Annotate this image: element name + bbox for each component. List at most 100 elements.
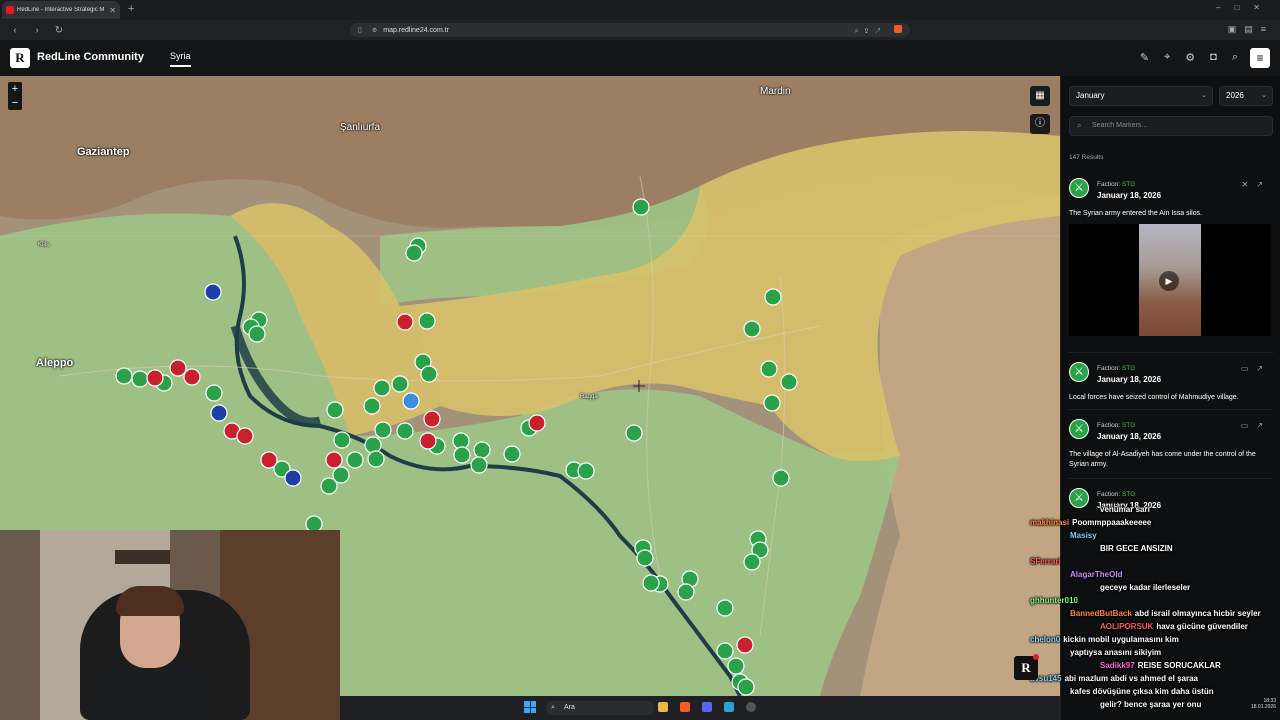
forward-button[interactable]: › xyxy=(30,25,44,36)
map-marker[interactable] xyxy=(210,404,228,422)
site-info-icon[interactable]: ⚙ xyxy=(372,27,377,34)
map-marker[interactable] xyxy=(363,397,381,415)
discord-icon[interactable] xyxy=(702,702,712,712)
windows-start-icon[interactable] xyxy=(524,701,536,713)
map-marker[interactable] xyxy=(205,384,223,402)
map-marker[interactable] xyxy=(402,392,420,410)
marker-search-input[interactable]: ⌕ Search Markers... xyxy=(1069,116,1273,136)
chat-username[interactable]: ghhunter010 xyxy=(1030,596,1078,605)
chat-username[interactable]: AlagarTheOld xyxy=(1070,570,1122,579)
map-marker[interactable] xyxy=(743,553,761,571)
zoom-out-button[interactable]: − xyxy=(8,96,22,110)
location-pin-icon[interactable]: ⌖ xyxy=(1164,51,1170,64)
map-marker[interactable] xyxy=(423,410,441,428)
close-tab-icon[interactable]: ✕ xyxy=(109,6,116,15)
map-marker[interactable] xyxy=(636,549,654,567)
map-marker[interactable] xyxy=(405,244,423,262)
tab-syria[interactable]: Syria xyxy=(170,51,191,67)
map-marker[interactable] xyxy=(677,583,695,601)
map-marker[interactable] xyxy=(131,370,149,388)
chat-username[interactable]: AOLIPORSUK xyxy=(1100,622,1153,631)
map-marker[interactable] xyxy=(577,462,595,480)
address-bar[interactable]: ▯ ⚙ map.redline24.com.tr ⌕⇪↗ xyxy=(350,23,910,37)
map-marker[interactable] xyxy=(364,436,382,454)
map-marker[interactable] xyxy=(763,394,781,412)
map-marker[interactable] xyxy=(772,469,790,487)
map-marker[interactable] xyxy=(367,450,385,468)
chat-username[interactable]: SFerrari xyxy=(1030,557,1061,566)
extensions-icons[interactable]: ▣▤≡ xyxy=(1228,24,1274,35)
map-marker[interactable] xyxy=(528,414,546,432)
map-marker[interactable] xyxy=(115,367,133,385)
map-marker[interactable] xyxy=(625,424,643,442)
map-marker[interactable] xyxy=(420,365,438,383)
omnibox-actions[interactable]: ⌕⇪↗ xyxy=(855,24,902,36)
map-marker[interactable] xyxy=(418,312,436,330)
telegram-icon[interactable] xyxy=(724,702,734,712)
map-marker[interactable] xyxy=(737,678,755,696)
chat-username[interactable]: BannedButBack xyxy=(1070,609,1132,618)
map-marker[interactable] xyxy=(326,401,344,419)
back-button[interactable]: ‹ xyxy=(8,25,22,36)
event-video[interactable]: ▶ xyxy=(1069,224,1271,336)
chat-username[interactable]: makhinasi xyxy=(1030,518,1069,527)
year-select[interactable]: 2026 ⌄ xyxy=(1219,86,1273,106)
map-marker[interactable] xyxy=(333,431,351,449)
map-marker[interactable] xyxy=(325,451,343,469)
layers-button[interactable]: ▦ xyxy=(1030,86,1050,106)
file-explorer-icon[interactable] xyxy=(658,702,668,712)
card-actions[interactable]: ▭↗ xyxy=(1241,421,1271,430)
map-marker[interactable] xyxy=(169,359,187,377)
camera-icon[interactable]: ◘ xyxy=(1210,51,1217,64)
map-marker[interactable] xyxy=(284,469,302,487)
bookmark-icon[interactable]: ▯ xyxy=(358,26,362,34)
map-marker[interactable] xyxy=(396,313,414,331)
map-marker[interactable] xyxy=(760,360,778,378)
map-marker[interactable] xyxy=(236,427,254,445)
map-marker[interactable] xyxy=(419,432,437,450)
map-marker[interactable] xyxy=(743,320,761,338)
hamburger-menu-button[interactable]: ≡ xyxy=(1250,48,1270,68)
map-marker[interactable] xyxy=(716,599,734,617)
map-marker[interactable] xyxy=(183,368,201,386)
brave-browser-icon[interactable] xyxy=(680,702,690,712)
play-icon[interactable]: ▶ xyxy=(1159,271,1179,291)
map-marker[interactable] xyxy=(503,445,521,463)
map-marker[interactable] xyxy=(320,477,338,495)
map-marker[interactable] xyxy=(780,373,798,391)
new-tab-button[interactable]: + xyxy=(128,3,134,15)
map-marker[interactable] xyxy=(373,379,391,397)
card-actions[interactable]: ✕↗ xyxy=(1242,180,1271,189)
map-marker[interactable] xyxy=(374,421,392,439)
map-marker[interactable] xyxy=(632,198,650,216)
chat-username[interactable]: chelon0 xyxy=(1030,635,1060,644)
app-title[interactable]: RedLine Community xyxy=(37,51,144,63)
window-controls[interactable]: –□✕ xyxy=(1216,3,1274,12)
map-marker[interactable] xyxy=(727,657,745,675)
map-marker[interactable] xyxy=(453,446,471,464)
zoom-in-button[interactable]: + xyxy=(8,82,22,96)
map-marker[interactable] xyxy=(642,574,660,592)
map-marker[interactable] xyxy=(391,375,409,393)
map-marker[interactable] xyxy=(146,369,164,387)
map-marker[interactable] xyxy=(396,422,414,440)
info-button[interactable]: ⓘ xyxy=(1030,114,1050,134)
chat-username[interactable]: Sadikk97 xyxy=(1100,661,1135,670)
month-select[interactable]: January ⌄ xyxy=(1069,86,1213,106)
map-marker[interactable] xyxy=(260,451,278,469)
redline-logo[interactable]: R xyxy=(10,48,30,68)
map-marker[interactable] xyxy=(248,325,266,343)
redline-floating-logo[interactable]: R xyxy=(1014,654,1039,680)
map-marker[interactable] xyxy=(346,451,364,469)
map-marker[interactable] xyxy=(470,456,488,474)
browser-tab[interactable]: RedLine - Interactive Strategic M ✕ xyxy=(2,1,120,19)
map-marker[interactable] xyxy=(764,288,782,306)
draw-icon[interactable]: ✎ xyxy=(1140,51,1149,64)
brave-shield-icon[interactable] xyxy=(894,24,902,33)
map-marker[interactable] xyxy=(473,441,491,459)
obs-icon[interactable] xyxy=(746,702,756,712)
gear-icon[interactable]: ⚙ xyxy=(1185,51,1195,64)
card-actions[interactable]: ▭↗ xyxy=(1241,364,1271,373)
map-marker[interactable] xyxy=(736,636,754,654)
map-marker[interactable] xyxy=(204,283,222,301)
